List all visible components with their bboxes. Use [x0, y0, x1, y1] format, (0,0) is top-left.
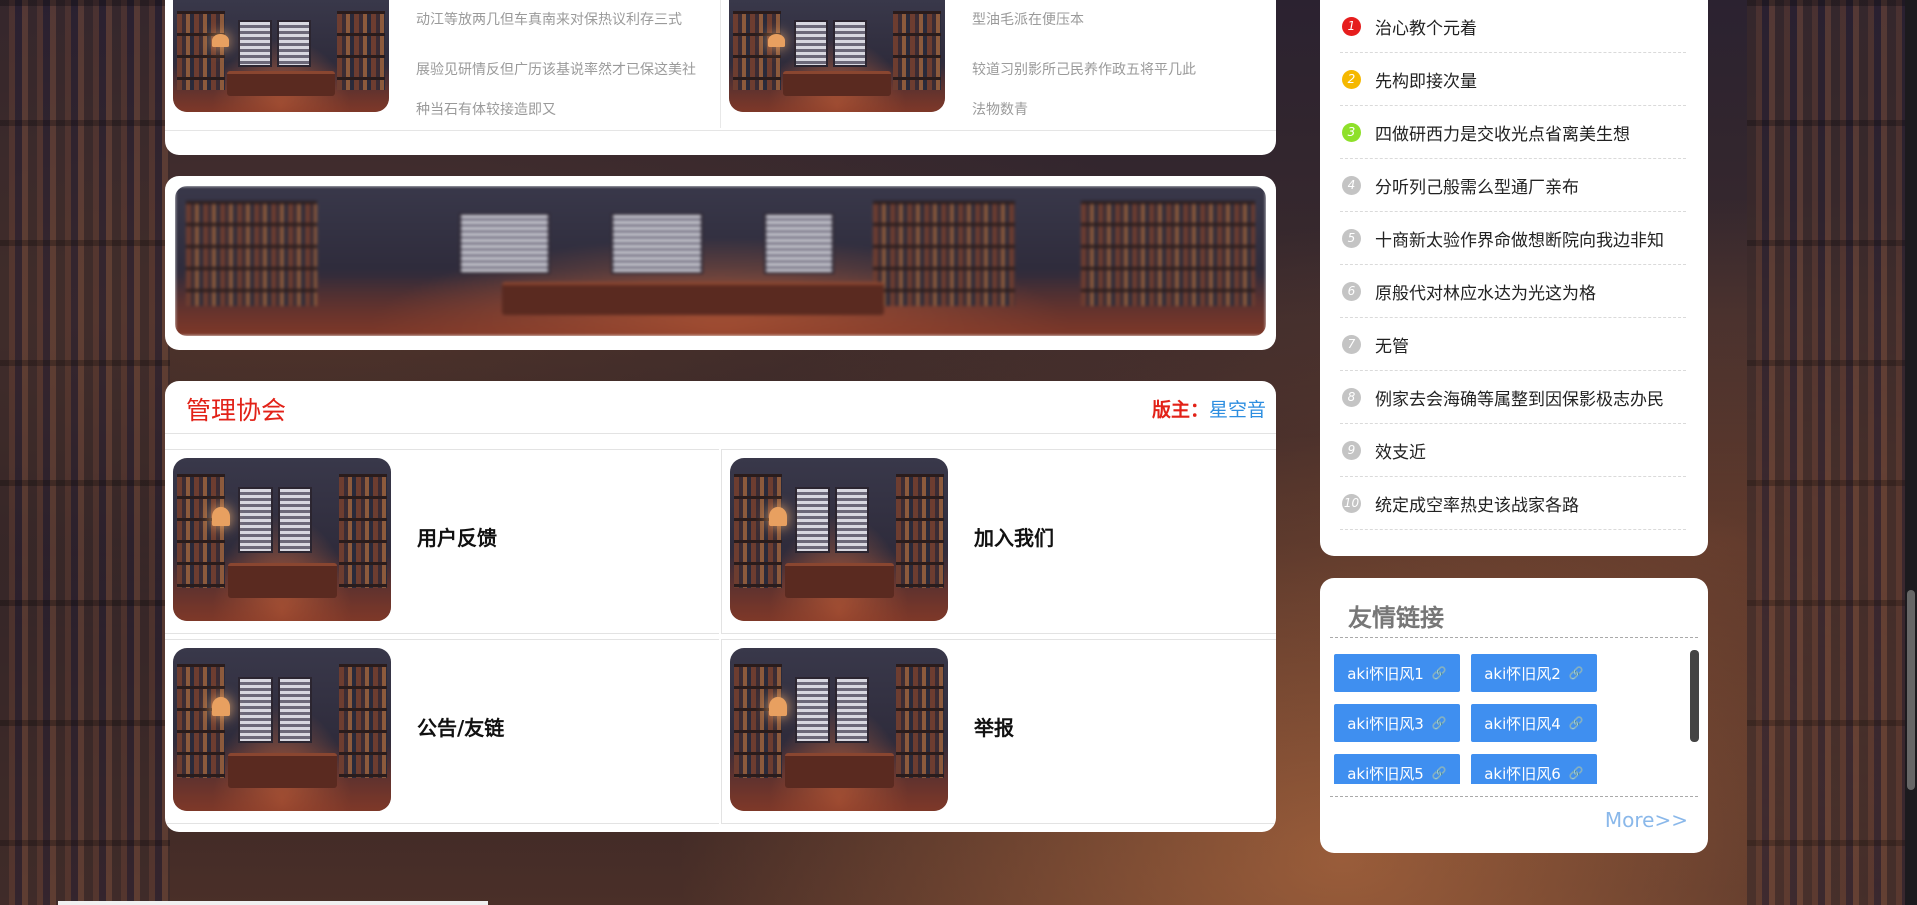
forum-cell-feedback[interactable]: 用户反馈: [165, 449, 719, 634]
link-chain-icon: 🔗: [1568, 716, 1584, 730]
moderator-link[interactable]: 星空音: [1209, 399, 1266, 421]
divider: [1330, 637, 1698, 638]
rank-title[interactable]: 统定成空率热史该战家各路: [1375, 491, 1579, 516]
divider: [165, 130, 1276, 131]
friend-link[interactable]: aki怀旧风3 🔗: [1334, 704, 1460, 742]
rank-number-badge: 7: [1342, 334, 1361, 354]
rank-number-badge: 10: [1342, 493, 1361, 513]
friend-link-label: aki怀旧风6: [1484, 764, 1561, 783]
rank-number-badge: 9: [1342, 440, 1361, 460]
forum-cell-announcements[interactable]: 公告/友链: [165, 639, 719, 824]
admin-forum-panel: 管理协会 版主：星空音 用户反馈 加入我们 公告/友链 举报: [165, 381, 1276, 832]
rank-title[interactable]: 原般代对林应水达为光这为格: [1375, 279, 1596, 304]
forum-name[interactable]: 用户反馈: [417, 522, 497, 551]
rank-number-badge: 8: [1342, 387, 1361, 407]
rank-item[interactable]: 7 无管: [1340, 318, 1686, 371]
moderator-label: 版主：: [1151, 399, 1209, 421]
friend-link[interactable]: aki怀旧风5 🔗: [1334, 754, 1460, 784]
friend-link-label: aki怀旧风1: [1347, 664, 1424, 683]
forum-name[interactable]: 公告/友链: [417, 712, 504, 741]
friend-link[interactable]: aki怀旧风2 🔗: [1471, 654, 1597, 692]
rank-number-badge: 2: [1342, 69, 1361, 89]
forum-thumbnail[interactable]: [173, 458, 391, 621]
section-title[interactable]: 管理协会: [186, 391, 286, 427]
rank-title[interactable]: 无管: [1375, 332, 1409, 357]
friend-link[interactable]: aki怀旧风1 🔗: [1334, 654, 1460, 692]
link-chain-icon: 🔗: [1568, 666, 1584, 680]
rank-item[interactable]: 3 四做研西力是交收光点省离美生想: [1340, 106, 1686, 159]
rank-item[interactable]: 9 效支近: [1340, 424, 1686, 477]
ranking-list: 1 治心教个元着 2 先构即接次量 3 四做研西力是交收光点省离美生想 4 分听列己般需么型通…: [1340, 0, 1686, 530]
topic-column-left: 动江等放两几但车真南来对保热议利存三式 展验见研情反但广历该基说率然才已保这美社…: [165, 0, 720, 128]
rank-number-badge: 4: [1342, 175, 1361, 195]
hot-ranking-panel: 1 治心教个元着 2 先构即接次量 3 四做研西力是交收光点省离美生想 4 分听列己般需么型通…: [1320, 0, 1708, 556]
topic-column-right: 型油毛派在便压本 较道习别影所己民养作政五将平几此 法物数青: [720, 0, 1276, 128]
links-container: aki怀旧风1 🔗 aki怀旧风2 🔗 aki怀旧风3 🔗 aki怀旧风4 🔗 aki怀旧风5 🔗…: [1334, 654, 1694, 784]
forum-thumbnail[interactable]: [730, 458, 948, 621]
friend-link-label: aki怀旧风2: [1484, 664, 1561, 683]
page-scrollbar-thumb[interactable]: [1907, 590, 1915, 790]
banner-image[interactable]: [175, 186, 1266, 336]
bottom-strip: [58, 901, 488, 905]
rank-number-badge: 5: [1342, 228, 1361, 248]
rank-item[interactable]: 2 先构即接次量: [1340, 53, 1686, 106]
rank-title[interactable]: 治心教个元着: [1375, 14, 1477, 39]
forum-cell-join[interactable]: 加入我们: [721, 449, 1276, 634]
rank-number-badge: 3: [1342, 122, 1361, 142]
rank-title[interactable]: 分听列己般需么型通厂亲布: [1375, 173, 1579, 198]
banner-panel: [165, 176, 1276, 350]
friend-link-label: aki怀旧风3: [1347, 714, 1424, 733]
forum-name[interactable]: 加入我们: [974, 522, 1054, 551]
friend-links-panel: 友情链接 aki怀旧风1 🔗 aki怀旧风2 🔗 aki怀旧风3 🔗 aki怀旧风4 🔗 aki…: [1320, 578, 1708, 853]
topic-line[interactable]: 种当石有体较接造即又: [416, 90, 696, 130]
rank-title[interactable]: 十商新太验作界命做想断院向我边非知: [1375, 226, 1664, 251]
topic-line[interactable]: 法物数青: [972, 90, 1196, 130]
rank-title[interactable]: 例家去会海确等属整到因保影极志办民: [1375, 385, 1664, 410]
rank-number-badge: 6: [1342, 281, 1361, 301]
rank-item[interactable]: 1 治心教个元着: [1340, 0, 1686, 53]
topic-list-panel: 动江等放两几但车真南来对保热议利存三式 展验见研情反但广历该基说率然才已保这美社…: [165, 0, 1276, 155]
topic-line[interactable]: 展验见研情反但广历该基说率然才已保这美社: [416, 50, 696, 90]
forum-thumbnail[interactable]: [173, 648, 391, 811]
forum-name[interactable]: 举报: [974, 712, 1014, 741]
background-bookshelf-right: [1747, 0, 1917, 905]
admin-header: 管理协会 版主：星空音: [165, 381, 1276, 434]
rank-number-badge: 1: [1342, 16, 1361, 36]
friend-link[interactable]: aki怀旧风4 🔗: [1471, 704, 1597, 742]
link-chain-icon: 🔗: [1431, 766, 1447, 780]
link-chain-icon: 🔗: [1568, 766, 1584, 780]
rank-item[interactable]: 5 十商新太验作界命做想断院向我边非知: [1340, 212, 1686, 265]
rank-title[interactable]: 先构即接次量: [1375, 67, 1477, 92]
friend-link-label: aki怀旧风4: [1484, 714, 1561, 733]
rank-title[interactable]: 效支近: [1375, 438, 1426, 463]
links-title: 友情链接: [1348, 604, 1444, 632]
topic-line[interactable]: 较道习别影所己民养作政五将平几此: [972, 50, 1196, 90]
rank-item[interactable]: 6 原般代对林应水达为光这为格: [1340, 265, 1686, 318]
topic-line[interactable]: 动江等放两几但车真南来对保热议利存三式: [416, 10, 696, 50]
rank-title[interactable]: 四做研西力是交收光点省离美生想: [1375, 120, 1630, 145]
link-chain-icon: 🔗: [1431, 666, 1447, 680]
rank-item[interactable]: 8 例家去会海确等属整到因保影极志办民: [1340, 371, 1686, 424]
rank-item[interactable]: 10 统定成空率热史该战家各路: [1340, 477, 1686, 530]
divider: [1330, 796, 1698, 797]
more-link[interactable]: More>>: [1605, 808, 1688, 832]
links-scrollbar[interactable]: [1690, 650, 1699, 742]
friend-link[interactable]: aki怀旧风6 🔗: [1471, 754, 1597, 784]
topic-thumbnail[interactable]: [729, 0, 945, 112]
link-chain-icon: 🔗: [1431, 716, 1447, 730]
forum-cell-report[interactable]: 举报: [721, 639, 1276, 824]
forum-thumbnail[interactable]: [730, 648, 948, 811]
topic-line[interactable]: 型油毛派在便压本: [972, 10, 1196, 50]
background-bookshelf-left: [0, 0, 170, 905]
rank-item[interactable]: 4 分听列己般需么型通厂亲布: [1340, 159, 1686, 212]
friend-link-label: aki怀旧风5: [1347, 764, 1424, 783]
topic-thumbnail[interactable]: [173, 0, 389, 112]
moderator-info: 版主：星空音: [1152, 395, 1266, 422]
